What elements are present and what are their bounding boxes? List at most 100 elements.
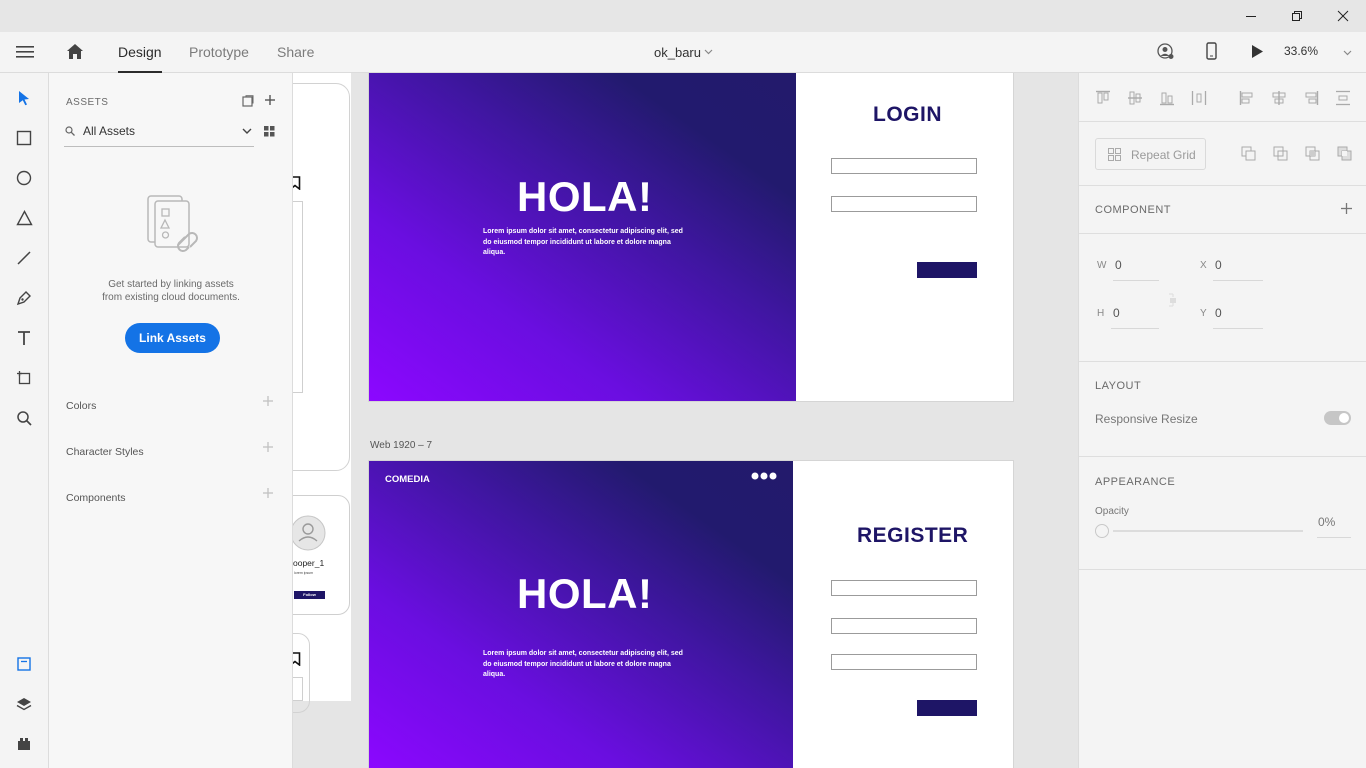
repeat-grid-icon (1108, 148, 1121, 161)
toggle-knob (1339, 413, 1349, 423)
home-icon[interactable] (66, 43, 84, 60)
profile-subtext: lorem ipsum (294, 571, 314, 575)
align-right-icon[interactable] (1303, 90, 1319, 106)
zoom-level[interactable]: 33.6% (1284, 44, 1318, 58)
register-artboard[interactable]: COMEDIA HOLA! Lorem ipsum dolor sit amet… (368, 460, 1014, 768)
artboard-label[interactable]: Web 1920 – 7 (370, 440, 432, 451)
zoom-chevron-icon[interactable] (1343, 50, 1352, 56)
line-tool-icon[interactable] (12, 246, 36, 270)
add-color-icon[interactable] (263, 396, 273, 406)
login-username-field[interactable] (831, 158, 977, 174)
pen-tool-icon[interactable] (12, 286, 36, 310)
boolean-exclude-icon[interactable] (1337, 146, 1352, 161)
login-submit-button[interactable] (917, 262, 977, 278)
artboard-tool-icon[interactable] (12, 366, 36, 390)
link-assets-button[interactable]: Link Assets (125, 323, 220, 353)
ellipse-tool-icon[interactable] (12, 166, 36, 190)
responsive-resize-toggle[interactable] (1324, 411, 1351, 425)
close-icon[interactable] (1320, 0, 1366, 32)
align-middle-icon[interactable] (1127, 90, 1143, 106)
add-component-state-icon[interactable] (1341, 203, 1352, 214)
follow-button[interactable]: Follow (294, 591, 325, 599)
responsive-resize-label: Responsive Resize (1095, 412, 1198, 426)
mobile-preview-icon[interactable] (1206, 42, 1217, 60)
window-title-bar (0, 0, 1366, 32)
align-top-icon[interactable] (1095, 90, 1111, 106)
repeat-grid-button[interactable]: Repeat Grid (1095, 138, 1206, 170)
open-library-icon[interactable] (242, 95, 254, 107)
appearance-section-label: APPEARANCE (1095, 476, 1176, 488)
plugins-icon[interactable] (12, 732, 36, 756)
select-tool-icon[interactable] (12, 86, 36, 110)
asset-search-input[interactable]: All Assets (64, 121, 254, 147)
register-field-2[interactable] (831, 618, 977, 634)
add-character-style-icon[interactable] (263, 442, 273, 452)
hero-body-text: Lorem ipsum dolor sit amet, consectetur … (483, 650, 683, 678)
empty-state-line2: from existing cloud documents. (102, 292, 240, 303)
x-value[interactable]: 0 (1215, 258, 1222, 272)
text-tool-icon[interactable] (12, 326, 36, 350)
layout-section-label: LAYOUT (1095, 380, 1142, 392)
profile-username: ooper_1 (293, 558, 325, 568)
distribute-horizontal-icon[interactable] (1191, 90, 1207, 106)
align-bottom-icon[interactable] (1159, 90, 1175, 106)
width-value[interactable]: 0 (1115, 258, 1122, 272)
chevron-down-icon[interactable] (704, 49, 713, 55)
opacity-value[interactable]: 0% (1318, 515, 1335, 529)
y-underline (1213, 328, 1263, 329)
chevron-down-icon[interactable] (242, 128, 252, 134)
login-artboard[interactable]: HOLA! Lorem ipsum dolor sit amet, consec… (368, 73, 1014, 402)
hero-heading: HOLA! (517, 173, 653, 220)
avatar (293, 515, 326, 551)
image-placeholder-2 (293, 677, 303, 701)
zoom-tool-icon[interactable] (12, 406, 36, 430)
minimize-icon[interactable] (1228, 0, 1274, 32)
image-placeholder (293, 201, 303, 393)
hero-panel: COMEDIA HOLA! Lorem ipsum dolor sit amet… (369, 461, 793, 768)
distribute-vertical-icon[interactable] (1335, 90, 1351, 106)
y-value[interactable]: 0 (1215, 306, 1222, 320)
login-password-field[interactable] (831, 196, 977, 212)
divider (1079, 569, 1366, 570)
tab-share[interactable]: Share (277, 32, 314, 73)
align-left-icon[interactable] (1239, 90, 1255, 106)
hero-panel: HOLA! Lorem ipsum dolor sit amet, consec… (369, 73, 796, 401)
search-icon (65, 126, 75, 136)
align-center-icon[interactable] (1271, 90, 1287, 106)
divider (1079, 185, 1366, 186)
tab-prototype[interactable]: Prototype (189, 32, 249, 73)
restore-icon[interactable] (1274, 0, 1320, 32)
user-share-icon[interactable] (1157, 43, 1174, 60)
add-asset-icon[interactable] (264, 94, 276, 106)
grid-view-icon[interactable] (264, 126, 275, 137)
opacity-slider[interactable] (1095, 524, 1303, 538)
boolean-subtract-icon[interactable] (1273, 146, 1288, 161)
height-label: H (1097, 308, 1105, 319)
rectangle-tool-icon[interactable] (12, 126, 36, 150)
colors-section-label[interactable]: Colors (66, 400, 96, 412)
height-value[interactable]: 0 (1113, 306, 1120, 320)
document-title[interactable]: ok_baru (654, 45, 701, 60)
register-field-3[interactable] (831, 654, 977, 670)
hero-body-text: Lorem ipsum dolor sit amet, consectetur … (483, 228, 683, 256)
app-toolbar: Design Prototype Share ok_baru 33.6% (0, 32, 1366, 73)
tab-design[interactable]: Design (118, 32, 162, 73)
hamburger-menu-icon[interactable] (16, 45, 34, 59)
layers-icon[interactable] (12, 692, 36, 716)
boolean-add-icon[interactable] (1241, 146, 1256, 161)
components-section-label[interactable]: Components (66, 492, 126, 504)
assets-panel-icon[interactable] (12, 652, 36, 676)
polygon-tool-icon[interactable] (12, 206, 36, 230)
partial-artboard[interactable]: ooper_1 lorem ipsum Follow (293, 73, 351, 713)
register-field-1[interactable] (831, 580, 977, 596)
register-submit-button[interactable] (917, 700, 977, 716)
play-preview-icon[interactable] (1251, 44, 1264, 59)
character-styles-section-label[interactable]: Character Styles (66, 446, 144, 458)
design-canvas[interactable]: ooper_1 lorem ipsum Follow HOLA! Lorem i… (293, 73, 1078, 768)
divider (1079, 361, 1366, 362)
boolean-intersect-icon[interactable] (1305, 146, 1320, 161)
lock-aspect-icon[interactable] (1169, 293, 1177, 307)
tool-rail (0, 73, 49, 768)
slider-thumb[interactable] (1095, 524, 1109, 538)
add-component-icon[interactable] (263, 488, 273, 498)
